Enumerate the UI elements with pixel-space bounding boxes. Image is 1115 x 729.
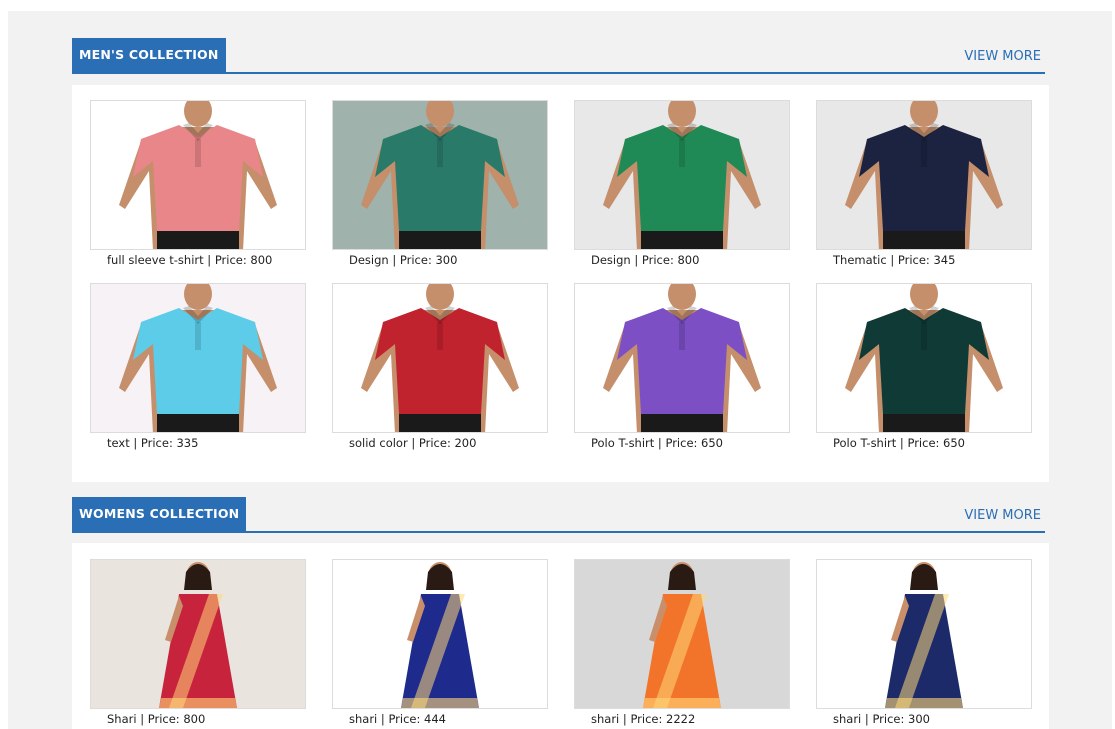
mens-collection-title: MEN'S COLLECTION: [72, 38, 226, 72]
product-name: shari: [833, 712, 862, 726]
product-name: Design: [349, 253, 389, 267]
product-caption[interactable]: shari | Price: 444: [349, 712, 446, 726]
womens-collection-title: WOMENS COLLECTION: [72, 497, 247, 531]
caption-separator: |: [896, 436, 908, 450]
product-caption[interactable]: shari | Price: 2222: [591, 712, 695, 726]
womens-products-panel: Shari | Price: 800 shari | Price: 444 shar…: [72, 543, 1049, 729]
blue-saree-image[interactable]: [332, 559, 548, 709]
caption-separator: |: [654, 436, 666, 450]
red-black-polo-image[interactable]: [332, 283, 548, 433]
navy-saree-image[interactable]: [816, 559, 1032, 709]
caption-separator: |: [203, 253, 215, 267]
caption-separator: |: [861, 712, 873, 726]
product-caption[interactable]: Polo T-shirt | Price: 650: [833, 436, 965, 450]
caption-separator: |: [377, 712, 389, 726]
product-price: Price: 800: [147, 712, 206, 726]
product-caption[interactable]: Thematic | Price: 345: [833, 253, 955, 267]
orange-saree-image[interactable]: [574, 559, 790, 709]
caption-separator: |: [136, 712, 148, 726]
product-price: Price: 200: [418, 436, 477, 450]
caption-separator: |: [388, 253, 400, 267]
caption-separator: |: [129, 436, 141, 450]
product-price: Price: 800: [641, 253, 700, 267]
product-caption[interactable]: shari | Price: 300: [833, 712, 930, 726]
caption-separator: |: [407, 436, 419, 450]
product-name: full sleeve t-shirt: [107, 253, 204, 267]
mens-products-panel: full sleeve t-shirt | Price: 800 Design |…: [72, 85, 1049, 482]
product-price: Price: 650: [907, 436, 966, 450]
product-price: Price: 335: [140, 436, 199, 450]
green-polo-image[interactable]: [574, 100, 790, 250]
product-name: shari: [349, 712, 378, 726]
caption-separator: |: [630, 253, 642, 267]
product-price: Price: 444: [388, 712, 446, 726]
product-caption[interactable]: Polo T-shirt | Price: 650: [591, 436, 723, 450]
sky-blue-polo-image[interactable]: [90, 283, 306, 433]
product-caption[interactable]: Shari | Price: 800: [107, 712, 205, 726]
product-name: solid color: [349, 436, 408, 450]
teal-polo-image[interactable]: [332, 100, 548, 250]
purple-polo-image[interactable]: [574, 283, 790, 433]
product-name: Shari: [107, 712, 137, 726]
product-price: Price: 345: [897, 253, 956, 267]
caption-separator: |: [619, 712, 631, 726]
product-price: Price: 800: [214, 253, 273, 267]
product-name: shari: [591, 712, 620, 726]
navy-polo-image[interactable]: [816, 100, 1032, 250]
womens-collection-header: WOMENS COLLECTION VIEW MORE: [72, 495, 1045, 533]
mens-view-more-link[interactable]: VIEW MORE: [964, 49, 1041, 64]
womens-view-more-link[interactable]: VIEW MORE: [964, 508, 1041, 523]
product-name: Thematic: [833, 253, 887, 267]
product-price: Price: 650: [665, 436, 724, 450]
product-caption[interactable]: full sleeve t-shirt | Price: 800: [107, 253, 272, 267]
dark-green-polo-image[interactable]: [816, 283, 1032, 433]
product-price: Price: 300: [399, 253, 458, 267]
product-caption[interactable]: Design | Price: 300: [349, 253, 457, 267]
product-price: Price: 300: [872, 712, 930, 726]
mens-collection-header: MEN'S COLLECTION VIEW MORE: [72, 36, 1045, 74]
red-saree-image[interactable]: [90, 559, 306, 709]
product-name: Polo T-shirt: [591, 436, 655, 450]
caption-separator: |: [886, 253, 898, 267]
pink-polo-image[interactable]: [90, 100, 306, 250]
product-name: text: [107, 436, 130, 450]
product-price: Price: 2222: [630, 712, 696, 726]
product-caption[interactable]: text | Price: 335: [107, 436, 198, 450]
product-name: Polo T-shirt: [833, 436, 897, 450]
product-caption[interactable]: Design | Price: 800: [591, 253, 699, 267]
product-name: Design: [591, 253, 631, 267]
product-caption[interactable]: solid color | Price: 200: [349, 436, 476, 450]
